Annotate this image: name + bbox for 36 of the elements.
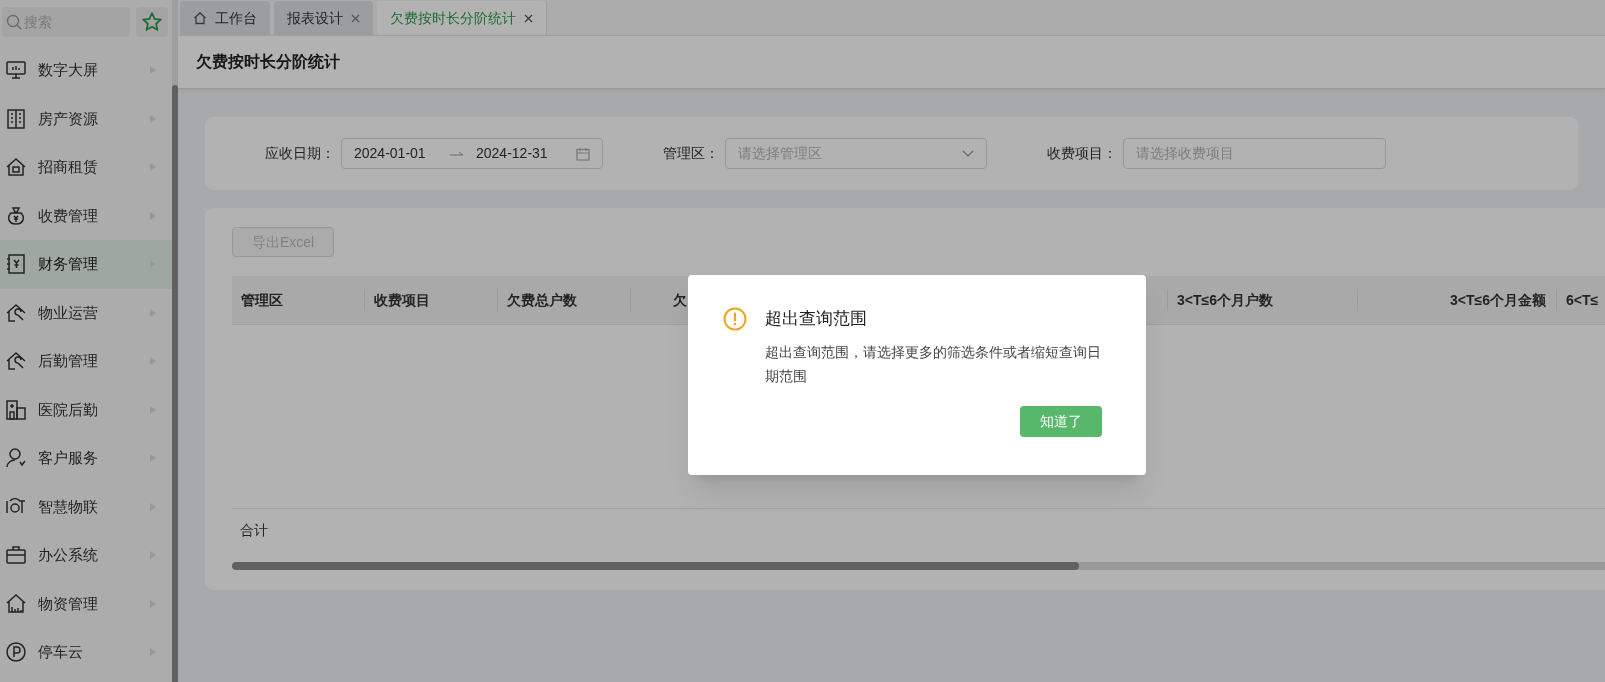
column-header: 6<T≤ [1566, 290, 1599, 310]
tab[interactable]: 报表设计 [274, 1, 373, 35]
page-title: 欠费按时长分阶统计 [196, 52, 340, 72]
column-header: 管理区 [241, 290, 283, 310]
chevron-down-icon [962, 150, 974, 157]
tab[interactable]: 工作台 [180, 1, 270, 35]
menu-icon [4, 640, 28, 665]
dialog-message: 超出查询范围，请选择更多的筛选条件或者缩短查询日期范围 [765, 343, 1102, 386]
tab-label: 欠费按时长分阶统计 [390, 8, 516, 28]
filter-label: 管理区： [663, 144, 719, 163]
favorites-button[interactable] [136, 7, 168, 37]
menu-icon [4, 591, 28, 616]
close-icon[interactable] [351, 13, 360, 23]
scrollbar-thumb[interactable] [232, 562, 1079, 570]
column-header: 欠 [673, 290, 687, 310]
close-icon[interactable] [524, 13, 533, 23]
filter-label: 收费项目： [1047, 144, 1117, 163]
menu-icon [4, 106, 28, 131]
tab-label: 报表设计 [287, 8, 343, 28]
sidebar-item[interactable]: 财务管理 [0, 240, 172, 289]
menu-icon [4, 397, 28, 422]
date-range-field[interactable]: 2024-01-01 2024-12-31 [341, 138, 603, 169]
warning-icon [723, 307, 747, 331]
column-header: 欠费总户数 [507, 290, 577, 310]
footer-label: 合计 [240, 521, 268, 540]
home-icon [193, 11, 207, 25]
star-icon [141, 11, 163, 33]
filter-label: 应收日期： [265, 144, 335, 163]
dialog-title: 超出查询范围 [765, 308, 868, 330]
column-header: 3<T≤6个月金额 [1450, 290, 1546, 310]
menu-icon [4, 252, 28, 277]
calendar-icon [576, 146, 590, 161]
search-icon [6, 14, 22, 30]
column-header: 收费项目 [374, 290, 430, 310]
column-header: 3<T≤6个月户数 [1177, 290, 1273, 310]
tab-label: 工作台 [215, 8, 257, 28]
